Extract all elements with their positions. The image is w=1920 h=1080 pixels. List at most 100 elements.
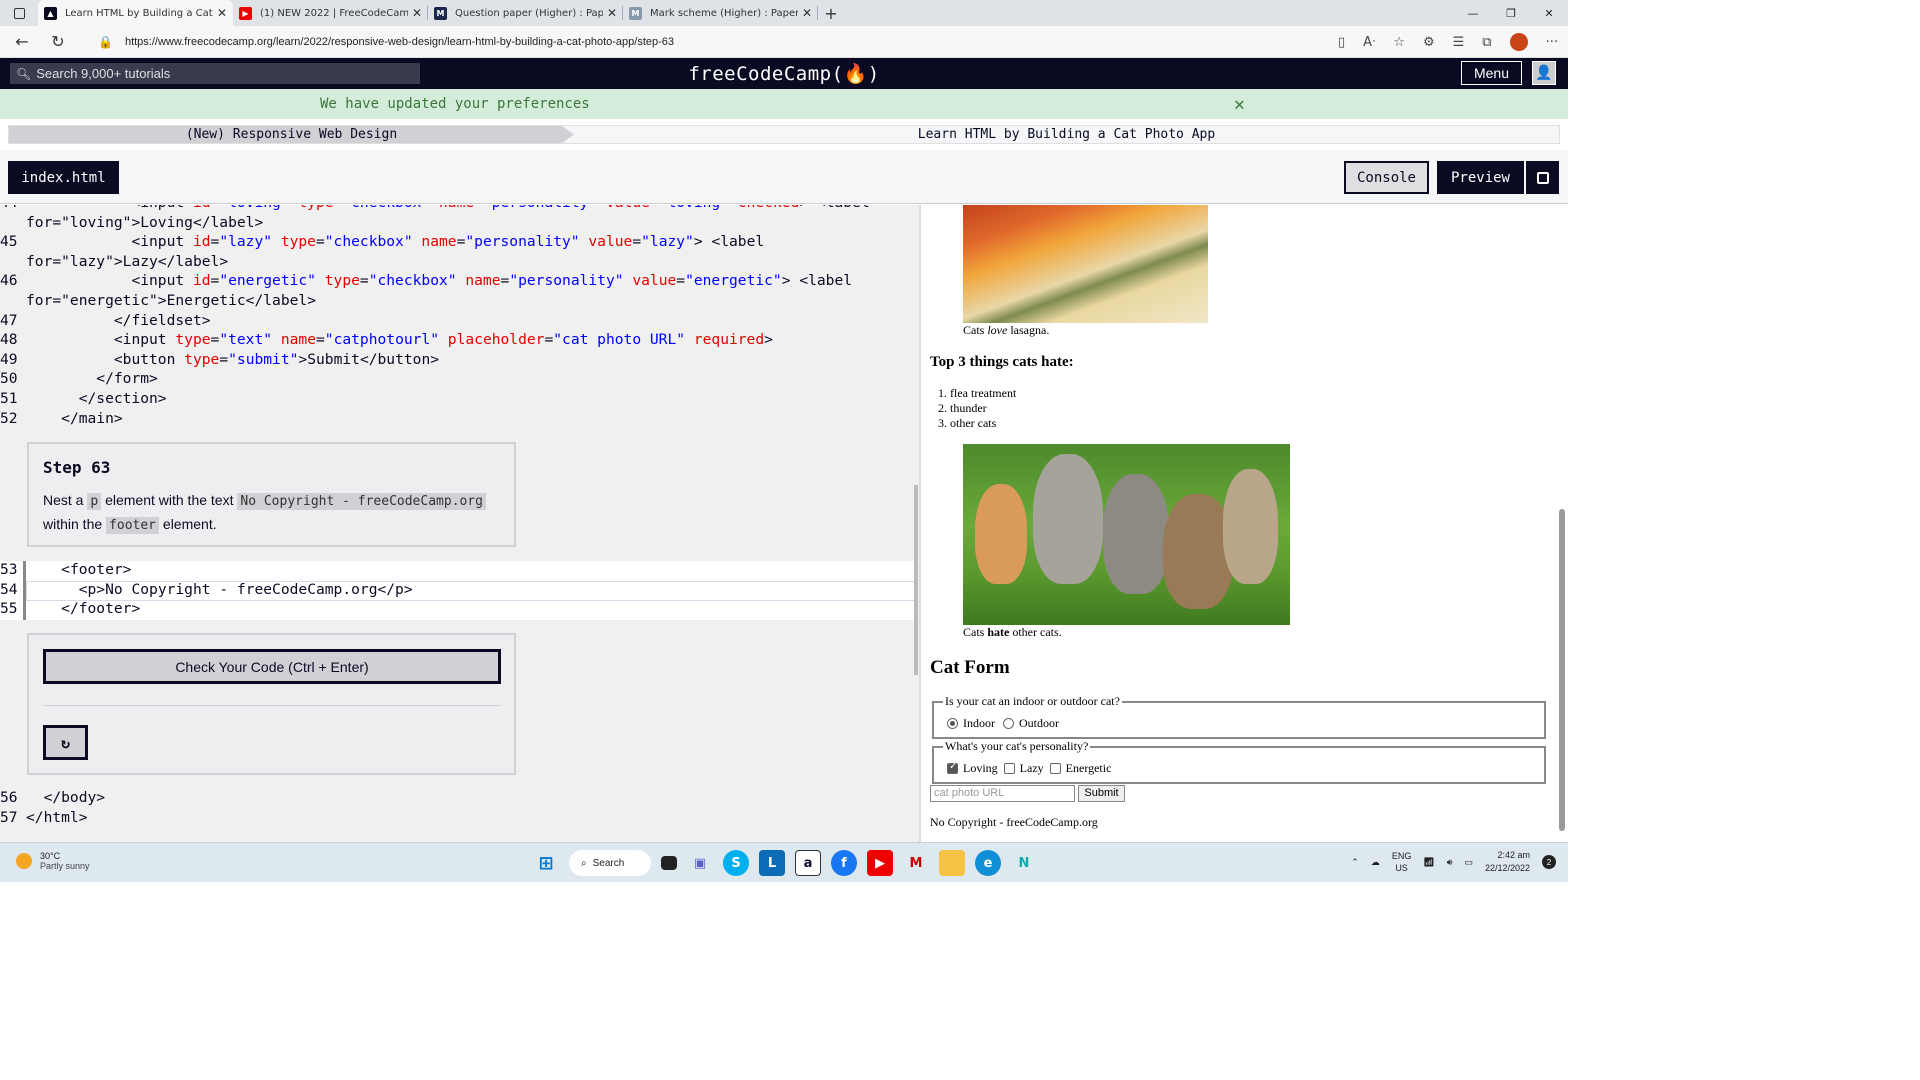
notification-badge[interactable]: 2	[1542, 855, 1556, 869]
search-icon: 🔍︎	[16, 66, 32, 81]
line-number: 44	[0, 205, 24, 213]
tab-actions-button[interactable]	[0, 0, 38, 26]
new-tab-button[interactable]: +	[818, 4, 844, 23]
skype-icon[interactable]: S	[723, 850, 749, 876]
breadcrumb-superblock[interactable]: (New) Responsive Web Design	[9, 126, 574, 143]
mcafee-icon[interactable]: M	[903, 850, 929, 876]
chevron-up-icon[interactable]: ⌃	[1351, 857, 1359, 868]
browser-tab[interactable]: M Question paper (Higher) : Paper ✕	[428, 0, 623, 26]
refresh-icon[interactable]: ↻	[40, 32, 76, 51]
volume-icon[interactable]: 🔊︎	[1447, 857, 1453, 868]
favorites-icon[interactable]: ☰	[1453, 35, 1465, 50]
indoor-radio[interactable]	[947, 718, 958, 729]
url-field[interactable]: 🔒 https://www.freecodecamp.org/learn/202…	[98, 35, 1278, 49]
restore-icon[interactable]: ❐	[1492, 0, 1530, 26]
menu-button[interactable]: Menu	[1461, 61, 1522, 85]
cloud-icon[interactable]: ☁	[1371, 857, 1380, 868]
battery-icon[interactable]: ▭	[1464, 857, 1473, 868]
code-text: </main>	[61, 409, 123, 427]
browser-tab-active[interactable]: ▲ Learn HTML by Building a Cat Ph ✕	[38, 0, 233, 26]
weather-widget[interactable]: 30°C Partly sunny	[16, 851, 90, 871]
taskbar-search[interactable]: ⌕ Search	[569, 850, 651, 876]
line-number: 53	[0, 561, 18, 578]
tab-title: Question paper (Higher) : Paper	[455, 7, 603, 19]
search-input[interactable]: 🔍︎ Search 9,000+ tutorials	[10, 63, 420, 84]
popout-preview-button[interactable]	[1524, 161, 1559, 194]
line-number: 54	[0, 580, 18, 598]
pane-divider[interactable]	[919, 205, 921, 842]
clock[interactable]: 2:42 am 22/12/2022	[1485, 849, 1530, 875]
file-explorer-icon[interactable]	[939, 850, 965, 876]
more-icon[interactable]: ···	[1546, 35, 1558, 50]
browser-actions: ▯ Aᐧ ☆ ⚙ ☰ ⧉ ···	[1338, 26, 1558, 58]
list-item: other cats	[950, 416, 1016, 431]
check-code-button[interactable]: Check Your Code (Ctrl + Enter)	[43, 649, 501, 684]
fcc-logo[interactable]: freeCodeCamp(🔥)	[688, 62, 879, 85]
language-indicator[interactable]: ENG US	[1392, 850, 1412, 874]
amazon-icon[interactable]: a	[795, 850, 821, 876]
task-view-icon[interactable]	[661, 856, 677, 870]
loving-checkbox[interactable]	[947, 761, 958, 774]
code-editor[interactable]: 44 <input id="loving" type="checkbox" na…	[0, 205, 921, 842]
lock-icon: 🔒	[98, 34, 113, 49]
code-text: </html>	[26, 808, 88, 826]
code-text: </fieldset>	[113, 311, 211, 329]
n-app-icon[interactable]: N	[1011, 850, 1037, 876]
minimize-icon[interactable]: —	[1454, 0, 1492, 26]
hate-list: flea treatment thunder other cats	[950, 386, 1016, 431]
line-number: 57	[0, 808, 18, 826]
reset-icon: ↻	[60, 733, 71, 752]
energetic-checkbox[interactable]	[1049, 763, 1061, 774]
close-tab-icon[interactable]: ✕	[607, 6, 617, 20]
close-icon[interactable]: ✕	[1234, 94, 1245, 115]
code-chip: footer	[106, 517, 160, 534]
lazy-checkbox[interactable]	[1003, 763, 1015, 774]
preview-button[interactable]: Preview	[1437, 161, 1524, 194]
close-window-icon[interactable]: ✕	[1530, 0, 1568, 26]
weather-icon	[16, 853, 32, 869]
code-text: </form>	[96, 370, 158, 388]
code-text: <p>No Copyright - freeCodeCamp.org</p>	[78, 580, 413, 598]
fieldset-legend: What's your cat's personality?	[943, 739, 1091, 754]
close-tab-icon[interactable]: ✕	[412, 6, 422, 20]
url-text: https://www.freecodecamp.org/learn/2022/…	[124, 35, 675, 48]
edge-icon[interactable]: e	[975, 850, 1001, 876]
fcc-icon: ▲	[44, 6, 57, 20]
browser-tab[interactable]: ▶ (1) NEW 2022 | FreeCodeCamp: L ✕	[233, 0, 428, 26]
youtube-icon[interactable]: ▶	[867, 850, 893, 876]
close-tab-icon[interactable]: ✕	[802, 6, 812, 20]
read-aloud-icon[interactable]: Aᐧ	[1363, 35, 1375, 50]
console-button[interactable]: Console	[1344, 161, 1429, 194]
submit-button[interactable]: Submit	[1078, 785, 1125, 802]
preview-scrollbar[interactable]	[1558, 209, 1566, 837]
collections-icon[interactable]: ⧉	[1482, 35, 1491, 50]
line-number: 51	[0, 390, 18, 407]
reader-icon[interactable]: ▯	[1338, 35, 1345, 50]
extensions-icon[interactable]: ⚙	[1423, 35, 1435, 50]
address-bar: ← ↻ 🔒 https://www.freecodecamp.org/learn…	[0, 26, 1568, 58]
close-tab-icon[interactable]: ✕	[217, 6, 227, 20]
editor-scrollbar[interactable]	[914, 485, 918, 675]
kittens-caption: Cats hate other cats.	[963, 625, 1062, 639]
browser-tab[interactable]: M Mark scheme (Higher) : Paper 1 - ✕	[623, 0, 818, 26]
profile-icon[interactable]	[1509, 33, 1528, 51]
flash-message: We have updated your preferences ✕	[0, 89, 1568, 119]
code-text: <input id="energetic" type="checkbox" na…	[131, 272, 853, 290]
l-app-icon[interactable]: L	[759, 850, 785, 876]
reset-button[interactable]: ↻	[43, 725, 88, 760]
line-number: 55	[0, 600, 18, 618]
cat-photo-url-input[interactable]: cat photo URL	[930, 785, 1075, 802]
chat-icon[interactable]: ▣	[687, 850, 713, 876]
start-icon[interactable]: ⊞	[533, 850, 559, 876]
wifi-icon[interactable]: 📶︎	[1423, 857, 1434, 868]
avatar[interactable]: 👤	[1532, 61, 1556, 85]
facebook-icon[interactable]: f	[831, 850, 857, 876]
youtube-icon: ▶	[239, 6, 252, 20]
tab-index-html[interactable]: index.html	[8, 161, 119, 194]
breadcrumb-block[interactable]: Learn HTML by Building a Cat Photo App	[574, 126, 1559, 143]
outdoor-radio[interactable]	[1003, 718, 1014, 729]
favorite-icon[interactable]: ☆	[1393, 35, 1405, 50]
back-icon[interactable]: ←	[4, 32, 40, 51]
code-chip: No Copyright - freeCodeCamp.org	[237, 493, 487, 510]
line-number: 56	[0, 789, 18, 806]
